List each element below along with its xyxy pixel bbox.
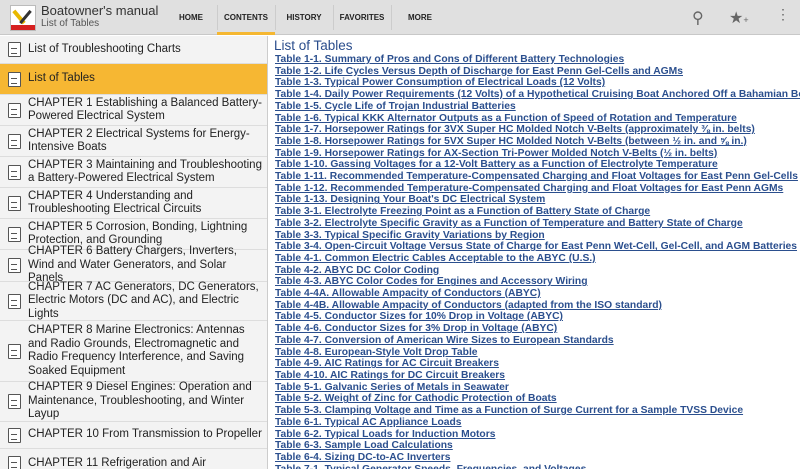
- table-link[interactable]: Table 1-1. Summary of Pros and Cons of D…: [274, 54, 800, 66]
- table-link[interactable]: Table 4-4A. Allowable Ampacity of Conduc…: [274, 288, 800, 300]
- sidebar-item[interactable]: List of Tables: [0, 64, 267, 95]
- document-icon: [8, 258, 21, 273]
- app-title: Boatowner's manual: [41, 3, 159, 18]
- sidebar-item-label: List of Troubleshooting Charts: [28, 42, 181, 55]
- sidebar-item[interactable]: CHAPTER 9 Diesel Engines: Operation and …: [0, 381, 267, 422]
- table-link[interactable]: Table 1-13. Designing Your Boat's DC Ele…: [274, 194, 800, 206]
- table-link[interactable]: Table 4-5. Conductor Sizes for 10% Drop …: [274, 311, 800, 323]
- table-link[interactable]: Table 5-2. Weight of Zinc for Cathodic P…: [274, 393, 800, 405]
- table-link[interactable]: Table 4-2. ABYC DC Color Coding: [274, 265, 800, 277]
- app-logo[interactable]: [10, 5, 36, 31]
- table-link[interactable]: Table 1-11. Recommended Temperature-Comp…: [274, 171, 800, 183]
- table-link[interactable]: Table 7-1. Typical Generator Speeds, Fre…: [274, 464, 800, 469]
- table-link[interactable]: Table 4-1. Common Electric Cables Accept…: [274, 253, 800, 265]
- document-icon: [8, 133, 21, 149]
- sidebar-item-label: CHAPTER 2 Electrical Systems for Energy-…: [28, 127, 250, 154]
- table-link[interactable]: Table 6-2. Typical Loads for Induction M…: [274, 429, 800, 441]
- table-link[interactable]: Table 4-3. ABYC Color Codes for Engines …: [274, 276, 800, 288]
- sidebar-item[interactable]: List of Troubleshooting Charts: [0, 36, 267, 64]
- table-link[interactable]: Table 1-3. Typical Power Consumption of …: [274, 77, 800, 89]
- table-link[interactable]: Table 1-10. Gassing Voltages for a 12-Vo…: [274, 159, 800, 171]
- table-link[interactable]: Table 1-2. Life Cycles Versus Depth of D…: [274, 66, 800, 78]
- sidebar-item[interactable]: CHAPTER 1 Establishing a Balanced Batter…: [0, 95, 267, 126]
- table-link[interactable]: Table 3-4. Open-Circuit Voltage Versus S…: [274, 241, 800, 253]
- table-link[interactable]: Table 1-4. Daily Power Requirements (12 …: [274, 89, 800, 101]
- contents-sidebar[interactable]: List of Troubleshooting Charts List of Ta…: [0, 36, 268, 469]
- sidebar-item-label: CHAPTER 7 AC Generators, DC Generators, …: [28, 280, 259, 320]
- table-link[interactable]: Table 4-8. European-Style Volt Drop Tabl…: [274, 347, 800, 359]
- sidebar-item[interactable]: CHAPTER 7 AC Generators, DC Generators, …: [0, 280, 267, 321]
- tab-favorites[interactable]: FAVORITES: [333, 0, 391, 35]
- list-of-tables-content[interactable]: List of Tables Table 1-1. Summary of Pro…: [270, 38, 800, 469]
- document-icon: [8, 102, 21, 118]
- tab-home[interactable]: HOME: [165, 0, 217, 35]
- table-link[interactable]: Table 3-2. Electrolyte Specific Gravity …: [274, 218, 800, 230]
- document-icon: [8, 456, 21, 469]
- sidebar-item-label: CHAPTER 5 Corrosion, Bonding, Lightning …: [28, 220, 248, 247]
- sidebar-item-label: List of Tables: [28, 72, 95, 85]
- document-icon: [8, 394, 21, 409]
- table-link[interactable]: Table 3-1. Electrolyte Freezing Point as…: [274, 206, 800, 218]
- table-link[interactable]: Table 1-12. Recommended Temperature-Comp…: [274, 183, 800, 195]
- overflow-menu-icon[interactable]: ⋮: [776, 7, 790, 21]
- table-link[interactable]: Table 6-4. Sizing DC-to-AC Inverters: [274, 452, 800, 464]
- page-subtitle: List of Tables: [41, 18, 100, 29]
- sidebar-item[interactable]: CHAPTER 11 Refrigeration and Air: [0, 449, 267, 469]
- document-icon: [8, 71, 21, 87]
- sidebar-item-label: CHAPTER 9 Diesel Engines: Operation and …: [28, 381, 252, 421]
- sidebar-item-label: CHAPTER 4 Understanding and Troubleshoot…: [28, 189, 202, 216]
- table-link[interactable]: Table 1-5. Cycle Life of Trojan Industri…: [274, 101, 800, 113]
- table-link[interactable]: Table 3-3. Typical Specific Gravity Vari…: [274, 230, 800, 242]
- table-link[interactable]: Table 4-10. AIC Ratings for DC Circuit B…: [274, 370, 800, 382]
- sidebar-item[interactable]: CHAPTER 10 From Transmission to Propelle…: [0, 422, 267, 449]
- sidebar-item[interactable]: CHAPTER 2 Electrical Systems for Energy-…: [0, 126, 267, 157]
- sidebar-item-label: CHAPTER 11 Refrigeration and Air: [28, 456, 207, 469]
- table-link[interactable]: Table 6-3. Sample Load Calculations: [274, 440, 800, 452]
- table-link[interactable]: Table 1-8. Horsepower Ratings for 5VX Su…: [274, 136, 800, 148]
- document-icon: [8, 343, 21, 359]
- table-link[interactable]: Table 5-3. Clamping Voltage and Time as …: [274, 405, 800, 417]
- sidebar-item[interactable]: CHAPTER 8 Marine Electronics: Antennas a…: [0, 321, 267, 382]
- tab-contents[interactable]: CONTENTS: [217, 0, 275, 35]
- action-bar: Boatowner's manual List of Tables HOME C…: [0, 0, 800, 35]
- sidebar-item-label: CHAPTER 8 Marine Electronics: Antennas a…: [28, 324, 245, 377]
- table-link[interactable]: Table 4-6. Conductor Sizes for 3% Drop i…: [274, 323, 800, 335]
- search-icon[interactable]: ⚲: [692, 8, 704, 28]
- table-link[interactable]: Table 4-4B. Allowable Ampacity of Conduc…: [274, 300, 800, 312]
- star-add-icon[interactable]: ★+: [729, 8, 749, 28]
- table-link[interactable]: Table 1-6. Typical KKK Alternator Output…: [274, 113, 800, 125]
- document-icon: [8, 42, 21, 57]
- document-icon: [8, 195, 21, 211]
- page-title: List of Tables: [274, 38, 353, 53]
- tab-more[interactable]: MORE: [391, 0, 449, 35]
- sidebar-item-label: CHAPTER 3 Maintaining and Troubleshootin…: [28, 158, 262, 185]
- tab-history[interactable]: HISTORY: [275, 0, 333, 35]
- document-icon: [8, 427, 21, 443]
- sidebar-item[interactable]: CHAPTER 3 Maintaining and Troubleshootin…: [0, 157, 267, 188]
- table-link[interactable]: Table 4-9. AIC Ratings for AC Circuit Br…: [274, 358, 800, 370]
- document-icon: [8, 226, 21, 242]
- table-link[interactable]: Table 5-1. Galvanic Series of Metals in …: [274, 382, 800, 394]
- sidebar-item-label: CHAPTER 1 Establishing a Balanced Batter…: [28, 96, 262, 123]
- sidebar-item[interactable]: CHAPTER 4 Understanding and Troubleshoot…: [0, 188, 267, 219]
- table-link[interactable]: Table 6-1. Typical AC Appliance Loads: [274, 417, 800, 429]
- document-icon: [8, 293, 21, 309]
- sidebar-item[interactable]: CHAPTER 6 Battery Chargers, Inverters, W…: [0, 245, 267, 284]
- sidebar-item-label: CHAPTER 10 From Transmission to Propelle…: [28, 428, 262, 441]
- document-icon: [8, 164, 21, 180]
- table-link[interactable]: Table 4-7. Conversion of American Wire S…: [274, 335, 800, 347]
- table-link[interactable]: Table 1-7. Horsepower Ratings for 3VX Su…: [274, 124, 800, 136]
- table-link[interactable]: Table 1-9. Horsepower Ratings for AX-Sec…: [274, 148, 800, 160]
- sidebar-item-label: CHAPTER 6 Battery Chargers, Inverters, W…: [28, 245, 237, 285]
